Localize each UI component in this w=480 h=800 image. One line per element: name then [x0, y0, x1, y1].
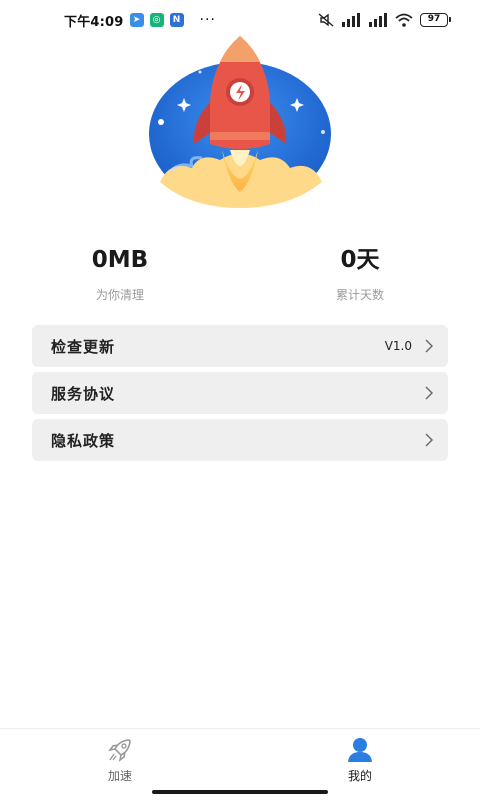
battery-icon: 97: [420, 13, 451, 27]
mute-icon: [318, 13, 334, 27]
signal-1-icon: [342, 13, 360, 27]
menu-item-label: 服务协议: [51, 384, 116, 403]
nav-label: 加速: [107, 769, 132, 783]
settings-menu: 检查更新 V1.0 服务协议 隐私政策: [32, 325, 448, 466]
rocket-nose: [220, 36, 260, 62]
privacy-policy-item[interactable]: 隐私政策: [32, 419, 448, 461]
home-indicator[interactable]: [152, 790, 328, 794]
screen: 下午4:09 ➤ ◎ N ··· 97 0MB 为你清理 0天 累计天数 检查更…: [0, 0, 480, 800]
check-update-item[interactable]: 检查更新 V1.0: [32, 325, 448, 367]
send-app-icon: ➤: [129, 13, 144, 27]
cleaned-label: 为你清理: [95, 288, 144, 302]
rocket-illustration: [149, 36, 331, 208]
chevron-right-icon: [425, 386, 433, 400]
star-dot: [198, 70, 202, 74]
nav-tab-mine[interactable]: 我的: [320, 735, 400, 784]
star-dot: [158, 119, 164, 125]
service-agreement-item[interactable]: 服务协议: [32, 372, 448, 414]
status-bar-right: 97: [318, 13, 451, 27]
person-icon: [348, 738, 372, 762]
status-bar-left: 下午4:09 ➤ ◎ N ···: [64, 11, 216, 30]
menu-item-label: 检查更新: [51, 337, 116, 356]
cleaned-value: 0MB: [91, 247, 149, 273]
n-app-icon: N: [169, 13, 184, 27]
signal-2-icon: [369, 13, 387, 27]
chevron-right-icon: [425, 433, 433, 447]
star-dot: [321, 130, 325, 134]
rocket-icon: [108, 739, 131, 762]
wifi-icon: [395, 13, 413, 27]
days-value: 0天: [340, 247, 380, 273]
chat-app-icon: ◎: [149, 13, 164, 27]
stats-section: 0MB 为你清理 0天 累计天数: [0, 244, 480, 308]
nav-label: 我的: [347, 769, 372, 783]
version-text: V1.0: [384, 339, 412, 353]
nav-tab-speedup[interactable]: 加速: [80, 735, 160, 784]
status-time: 下午4:09: [64, 14, 124, 30]
menu-item-label: 隐私政策: [51, 431, 116, 450]
cleaned-stat: 0MB 为你清理: [40, 244, 200, 303]
chevron-right-icon: [425, 339, 433, 353]
more-notifications-icon: ···: [199, 12, 216, 28]
rocket-stripe: [210, 132, 270, 140]
days-stat: 0天 累计天数: [280, 244, 440, 303]
days-label: 累计天数: [335, 288, 384, 302]
